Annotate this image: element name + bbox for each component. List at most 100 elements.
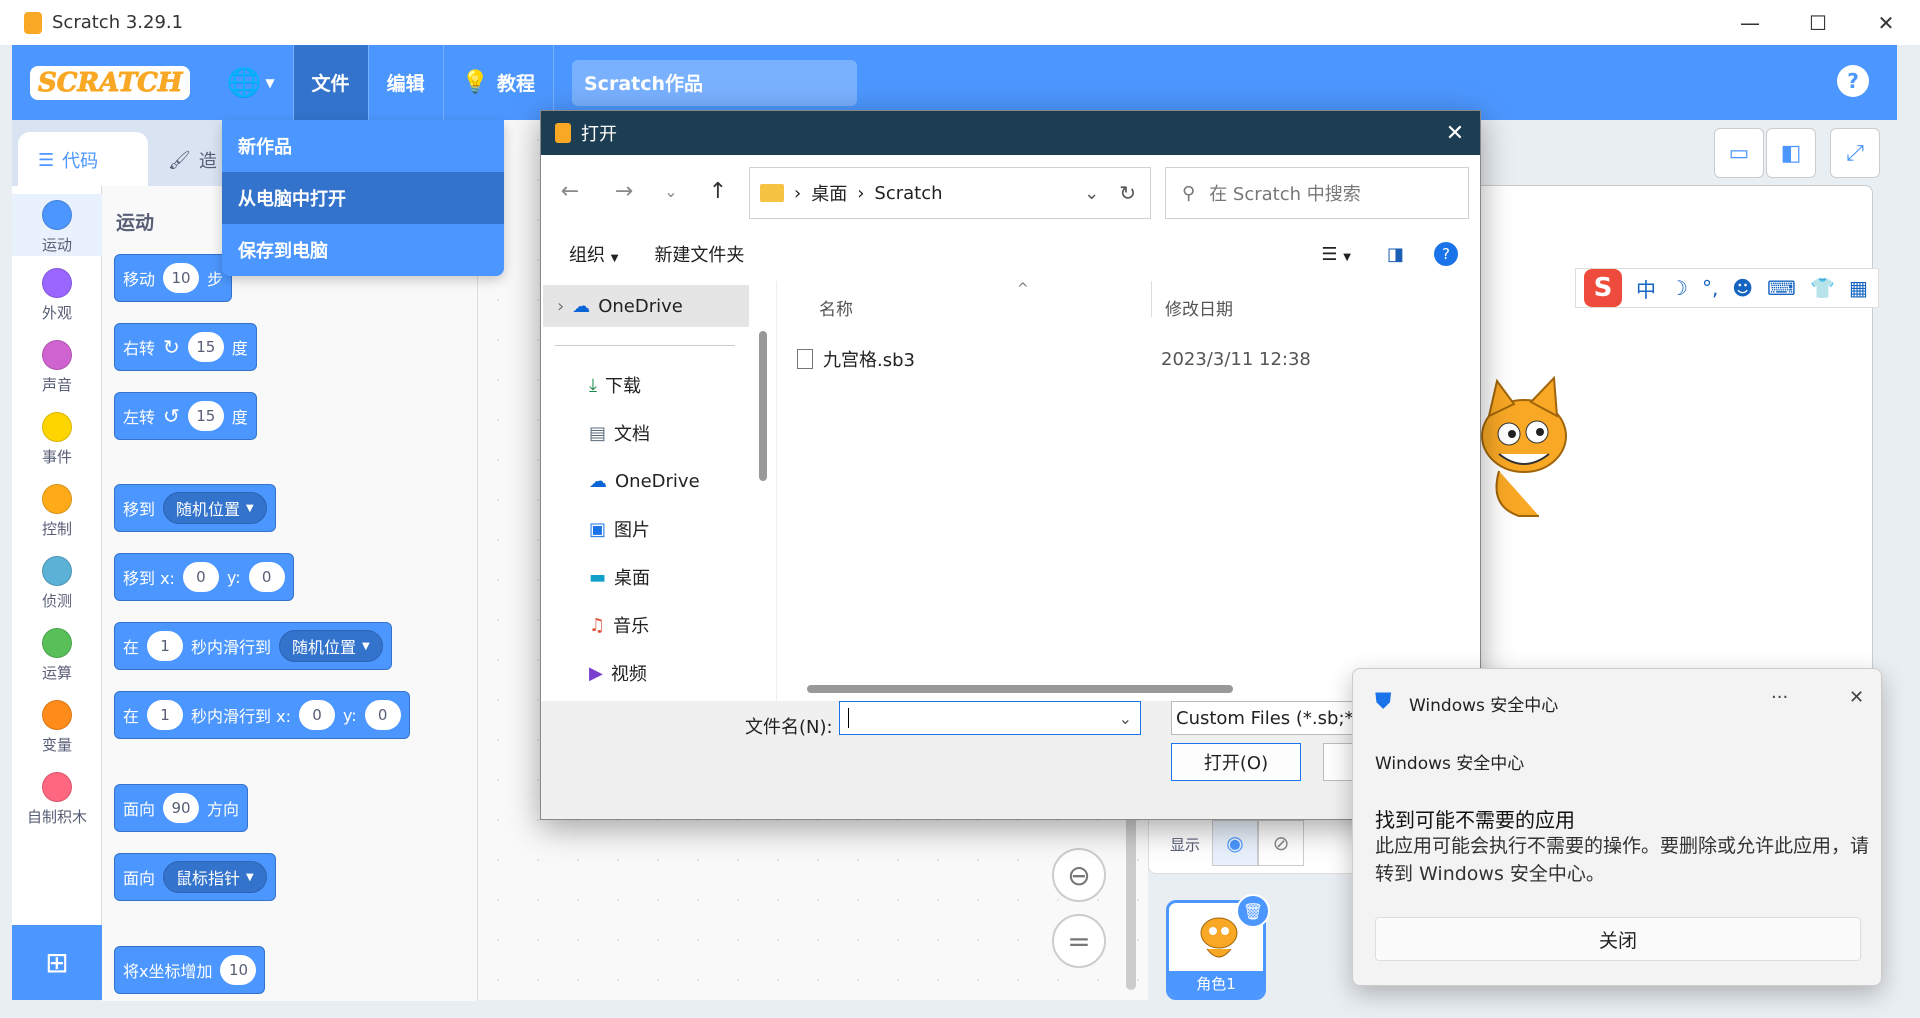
toast-close-button[interactable]: ✕ [1849, 687, 1864, 708]
point-direction-block[interactable]: 面向 90 方向 [114, 784, 249, 832]
breadcrumb-separator-icon: › [794, 182, 802, 204]
column-header-modified[interactable]: 修改日期 [1165, 295, 1233, 320]
category-my-blocks[interactable]: 自制积木 [12, 772, 102, 827]
organize-button[interactable]: 组织 ▼ [569, 241, 618, 267]
keyboard-icon[interactable]: ⌨ [1767, 276, 1796, 300]
column-header-name[interactable]: 名称 [819, 295, 853, 320]
category-events[interactable]: 事件 [12, 412, 102, 467]
refresh-icon[interactable]: ↻ [1119, 181, 1136, 205]
block-input[interactable]: 1 [147, 631, 184, 661]
open-button[interactable]: 打开(O) [1171, 743, 1301, 781]
menu-item-save-to-computer[interactable]: 保存到电脑 [222, 224, 504, 276]
view-options-button[interactable]: ☰ ▼ [1321, 244, 1351, 265]
zoom-reset-button[interactable]: = [1052, 914, 1106, 968]
sidebar-item-onedrive[interactable]: ☁OneDrive📌 [589, 461, 796, 501]
category-motion[interactable]: 运动 [12, 194, 102, 256]
block-input[interactable]: 90 [163, 793, 200, 823]
file-row[interactable]: 九宫格.sb3 2023/3/11 12:38 [797, 339, 1467, 379]
add-extension-button[interactable]: ⊞ [12, 925, 102, 1000]
tab-code[interactable]: ☰ 代码 [18, 132, 148, 188]
up-button[interactable]: ↑ [691, 164, 745, 218]
sidebar-item-music[interactable]: ♫音乐📌 [589, 605, 796, 645]
breadcrumb-desktop[interactable]: 桌面 [811, 180, 847, 206]
more-options-button[interactable]: ··· [1771, 687, 1788, 708]
sidebar-item-documents[interactable]: ▤文档📌 [589, 413, 796, 453]
sidebar-item-pictures[interactable]: ▣图片📌 [589, 509, 796, 549]
minimize-button[interactable]: — [1716, 0, 1784, 45]
category-sound[interactable]: 声音 [12, 340, 102, 395]
fullscreen-button[interactable]: ⤢ [1830, 128, 1880, 178]
language-menu[interactable]: 🌐 ▼ [208, 45, 292, 120]
moon-icon[interactable]: ☽ [1670, 276, 1688, 300]
file-list-scrollbar[interactable] [807, 685, 1233, 693]
category-variables[interactable]: 变量 [12, 700, 102, 755]
recent-locations-button[interactable]: ⌄ [651, 164, 691, 218]
category-operators[interactable]: 运算 [12, 628, 102, 683]
address-dropdown-icon[interactable]: ⌄ [1084, 183, 1099, 204]
project-title-input[interactable]: Scratch作品 [572, 59, 857, 106]
category-looks[interactable]: 外观 [12, 268, 102, 323]
block-input[interactable]: 10 [220, 955, 257, 985]
large-stage-button[interactable]: ◧ [1766, 128, 1816, 178]
change-x-block[interactable]: 将x坐标增加 10 [114, 946, 266, 994]
tutorials-menu[interactable]: 💡 教程 [444, 45, 553, 120]
show-sprite-toggle[interactable]: ◉ [1212, 820, 1258, 866]
glide-dropdown[interactable]: 随机位置 ▼ [279, 630, 383, 662]
edit-menu[interactable]: 编辑 [369, 45, 443, 120]
new-folder-button[interactable]: 新建文件夹 [654, 241, 744, 267]
turn-left-block[interactable]: 左转 ↺ 15 度 [114, 392, 257, 440]
zoom-out-button[interactable]: ⊖ [1052, 848, 1106, 902]
move-steps-block[interactable]: 移动 10 步 [114, 254, 233, 302]
forward-button[interactable]: → [597, 164, 651, 218]
breadcrumb-scratch[interactable]: Scratch [874, 183, 942, 204]
glide-block[interactable]: 在 1 秒内滑行到 随机位置 ▼ [114, 622, 392, 670]
goto-block[interactable]: 移到 随机位置 ▼ [114, 484, 276, 532]
block-input[interactable]: 0 [182, 562, 219, 592]
emoji-icon[interactable]: ☻ [1732, 276, 1753, 300]
onedrive-root-item[interactable]: › ☁ OneDrive [543, 285, 749, 327]
block-input[interactable]: 15 [187, 401, 224, 431]
maximize-button[interactable]: ☐ [1784, 0, 1852, 45]
sogou-ime-logo[interactable]: S [1584, 269, 1622, 307]
close-window-button[interactable]: ✕ [1852, 0, 1920, 45]
point-towards-block[interactable]: 面向 鼠标指针 ▼ [114, 853, 276, 901]
small-stage-button[interactable]: ▭ [1714, 128, 1764, 178]
menu-item-new[interactable]: 新作品 [222, 120, 504, 172]
skin-icon[interactable]: 👕 [1810, 276, 1835, 300]
ime-mode-toggle[interactable]: 中 [1636, 274, 1656, 303]
address-bar[interactable]: › 桌面 › Scratch ⌄ ↻ [749, 167, 1151, 219]
help-icon[interactable]: ? [1434, 242, 1458, 266]
hide-sprite-toggle[interactable]: ⊘ [1258, 820, 1304, 866]
block-input[interactable]: 1 [147, 700, 184, 730]
scratch-logo[interactable]: SCRATCH [30, 65, 191, 100]
block-input[interactable]: 0 [364, 700, 401, 730]
block-text: 面向 [123, 869, 156, 888]
category-sensing[interactable]: 侦测 [12, 556, 102, 611]
point-towards-dropdown[interactable]: 鼠标指针 ▼ [163, 861, 267, 893]
block-input[interactable]: 10 [163, 263, 200, 293]
toast-dismiss-button[interactable]: 关闭 [1375, 917, 1861, 961]
block-input[interactable]: 15 [187, 332, 224, 362]
dialog-close-button[interactable]: ✕ [1430, 121, 1480, 146]
block-input[interactable]: 0 [298, 700, 335, 730]
help-icon[interactable]: ? [1837, 65, 1869, 97]
punctuation-icon[interactable]: °, [1702, 276, 1718, 300]
block-input[interactable]: 0 [248, 562, 285, 592]
goto-dropdown[interactable]: 随机位置 ▼ [163, 492, 267, 524]
sidebar-item-downloads[interactable]: ⤓下载📌 [589, 365, 796, 405]
sidebar-scrollbar[interactable] [759, 331, 767, 481]
apps-grid-icon[interactable]: ▦ [1849, 276, 1868, 300]
delete-sprite-button[interactable]: 🗑 [1236, 894, 1270, 928]
file-menu[interactable]: 文件 [293, 45, 368, 120]
menu-item-load-from-computer[interactable]: 从电脑中打开 [222, 172, 504, 224]
sidebar-item-videos[interactable]: ▶视频📌 [589, 653, 796, 693]
sidebar-item-desktop[interactable]: ▬桌面📌 [589, 557, 796, 597]
preview-pane-icon[interactable]: ◨ [1387, 244, 1404, 265]
search-input[interactable]: ⚲ 在 Scratch 中搜索 [1165, 167, 1469, 219]
goto-xy-block[interactable]: 移到 x: 0 y: 0 [114, 553, 294, 601]
glide-xy-block[interactable]: 在 1 秒内滑行到 x: 0 y: 0 [114, 691, 410, 739]
category-control[interactable]: 控制 [12, 484, 102, 539]
turn-right-block[interactable]: 右转 ↻ 15 度 [114, 323, 257, 371]
back-button[interactable]: ← [543, 164, 597, 218]
filename-input[interactable]: ⌄ [839, 701, 1141, 735]
